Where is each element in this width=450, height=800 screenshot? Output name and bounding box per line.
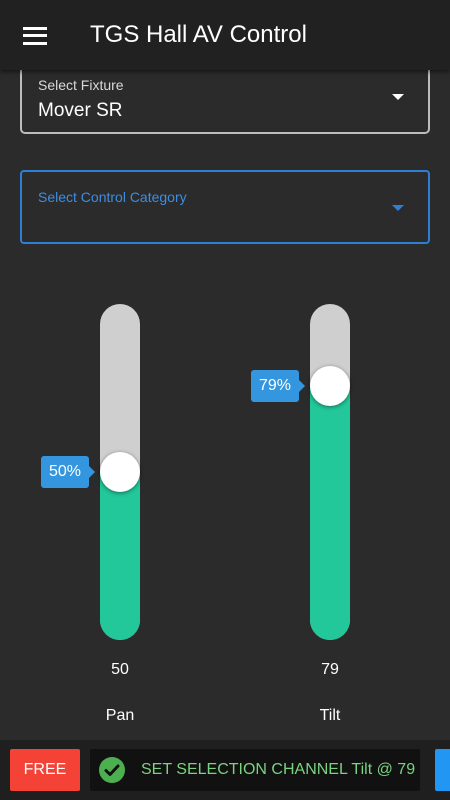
fixture-select-value: Mover SR: [38, 100, 123, 121]
status-message: SET SELECTION CHANNEL Tilt @ 79: [90, 749, 420, 791]
tilt-slider-thumb[interactable]: [310, 366, 350, 407]
control-category-select[interactable]: Select Control Category: [20, 170, 430, 244]
control-category-label: Select Control Category: [38, 189, 187, 205]
bottom-bar: FREE SET SELECTION CHANNEL Tilt @ 79: [0, 740, 450, 800]
app-title: TGS Hall AV Control: [90, 21, 307, 48]
fixture-select[interactable]: Select Fixture Mover SR: [20, 64, 430, 134]
tilt-slider-fill: [310, 386, 350, 640]
pan-value: 50: [111, 661, 129, 678]
pan-label: Pan: [105, 707, 135, 724]
pan-slider-tooltip: 50%: [41, 456, 95, 488]
tilt-slider[interactable]: 79%: [251, 304, 350, 640]
app-bar: TGS Hall AV Control: [0, 0, 450, 70]
tilt-value: 79: [321, 661, 339, 678]
tilt-label: Tilt: [319, 707, 341, 724]
tilt-slider-tooltip: 79%: [251, 370, 305, 403]
pan-slider-fill: [100, 472, 140, 640]
dropdown-arrow-icon[interactable]: [392, 94, 404, 100]
free-button[interactable]: FREE: [10, 749, 80, 791]
fixture-select-label: Select Fixture: [38, 77, 124, 93]
hamburger-menu-icon[interactable]: [23, 27, 47, 45]
dropdown-arrow-icon[interactable]: [392, 205, 404, 211]
edge-action-button[interactable]: [435, 749, 450, 791]
status-text: SET SELECTION CHANNEL Tilt @ 79: [141, 761, 416, 778]
check-circle-icon: [99, 757, 125, 783]
pan-slider[interactable]: 50%: [41, 304, 140, 640]
pan-slider-thumb[interactable]: [100, 452, 140, 492]
